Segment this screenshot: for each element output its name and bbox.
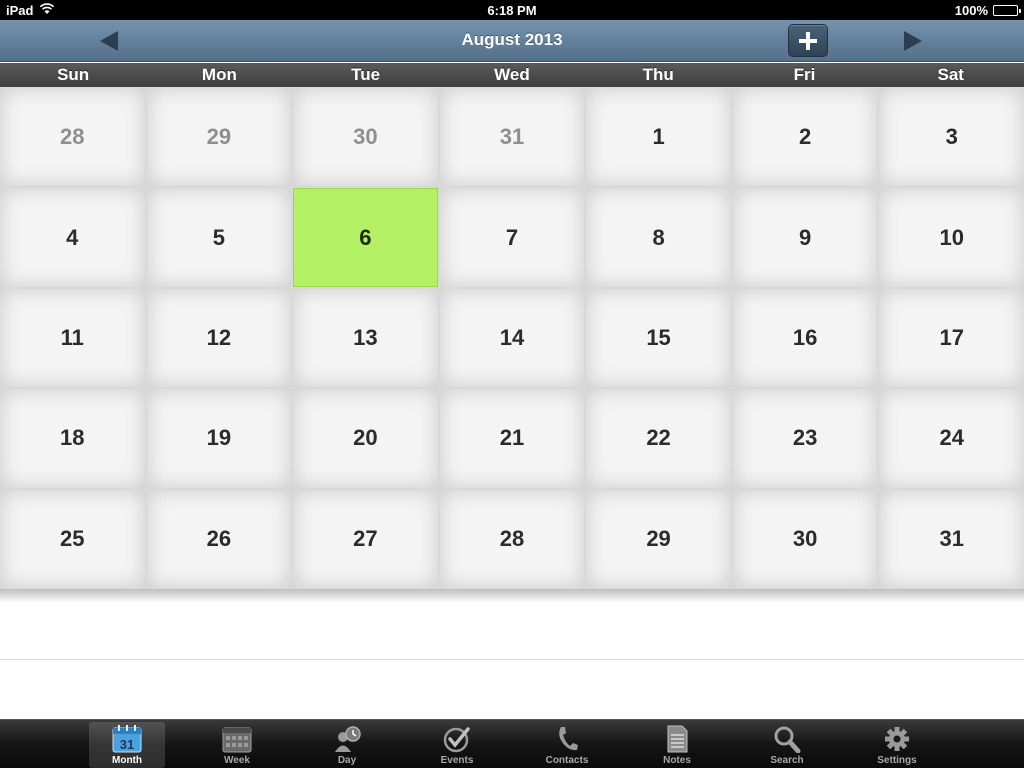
day-cell[interactable]: 9 <box>732 188 878 287</box>
day-cell[interactable]: 13 <box>293 288 438 388</box>
calendar-icon: 31 <box>112 725 142 753</box>
search-icon <box>774 726 801 753</box>
tab-month[interactable]: 31 Month <box>89 722 165 768</box>
day-cell[interactable]: 29 <box>586 489 731 588</box>
tab-search[interactable]: Search <box>732 720 842 768</box>
day-cell-today[interactable]: 6 <box>293 188 438 287</box>
day-cell[interactable]: 8 <box>586 188 731 287</box>
battery-icon <box>993 4 1021 16</box>
tab-label: Week <box>224 755 250 766</box>
tab-label: Notes <box>663 755 691 766</box>
weekday-sun: Sun <box>57 65 90 84</box>
tab-label: Month <box>112 755 142 766</box>
day-cell[interactable]: 20 <box>293 389 438 488</box>
day-cell[interactable]: 21 <box>439 389 585 488</box>
wifi-icon <box>39 2 55 18</box>
day-cell[interactable]: 31 <box>439 88 585 187</box>
day-cell[interactable]: 22 <box>586 389 731 488</box>
phone-icon <box>559 727 578 751</box>
tab-events[interactable]: Events <box>402 720 512 768</box>
weekday-mon: Mon <box>201 65 237 84</box>
day-cell[interactable]: 1 <box>586 88 731 187</box>
day-cell[interactable]: 17 <box>879 288 1024 388</box>
event-list-area[interactable] <box>0 603 1024 719</box>
day-cell[interactable]: 11 <box>0 288 145 388</box>
month-header: August 2013 <box>0 20 1024 62</box>
weekday-tue: Tue <box>351 65 381 84</box>
tab-label: Search <box>770 755 804 766</box>
calendar-grid: 28 29 30 31 1 2 3 4 5 6 7 8 9 10 11 12 1… <box>0 87 1024 589</box>
add-event-button[interactable] <box>788 24 828 57</box>
day-cell[interactable]: 30 <box>732 489 878 588</box>
day-cell[interactable]: 19 <box>146 389 292 488</box>
grid-shadow <box>0 589 1024 603</box>
day-cell[interactable]: 31 <box>879 489 1024 588</box>
day-cell[interactable]: 30 <box>293 88 438 187</box>
tab-settings[interactable]: Settings <box>842 720 952 768</box>
event-divider <box>0 659 1024 660</box>
day-cell[interactable]: 26 <box>146 489 292 588</box>
tab-day[interactable]: Day <box>292 720 402 768</box>
notes-icon <box>667 725 688 753</box>
status-left: iPad <box>6 3 55 18</box>
day-cell[interactable]: 25 <box>0 489 145 588</box>
weekday-sat: Sat <box>937 65 964 84</box>
weekday-header: Sun Mon Tue Wed Thu Fri Sat <box>0 63 1024 87</box>
gear-icon <box>885 727 909 751</box>
week-grid-icon <box>222 727 252 753</box>
day-cell[interactable]: 29 <box>146 88 292 187</box>
day-cell[interactable]: 4 <box>0 188 145 287</box>
day-cell[interactable]: 14 <box>439 288 585 388</box>
day-cell[interactable]: 27 <box>293 489 438 588</box>
tab-week[interactable]: Week <box>182 720 292 768</box>
day-cell[interactable]: 24 <box>879 389 1024 488</box>
weekday-fri: Fri <box>793 65 816 84</box>
day-cell[interactable]: 18 <box>0 389 145 488</box>
month-title: August 2013 <box>461 30 563 49</box>
day-cell[interactable]: 15 <box>586 288 731 388</box>
svg-text:31: 31 <box>120 737 134 752</box>
day-cell[interactable]: 28 <box>0 88 145 187</box>
day-cell[interactable]: 12 <box>146 288 292 388</box>
day-cell[interactable]: 3 <box>879 88 1024 187</box>
tab-bar: 31 Month Week Day Events Contacts Notes … <box>0 719 1024 768</box>
checkmark-icon <box>443 727 470 753</box>
status-time: 6:18 PM <box>487 2 537 18</box>
day-cell[interactable]: 5 <box>146 188 292 287</box>
tab-label: Events <box>440 755 474 766</box>
weekday-thu: Thu <box>642 65 674 84</box>
tab-contacts[interactable]: Contacts <box>512 720 622 768</box>
battery-percent: 100% <box>954 2 988 18</box>
tab-label: Contacts <box>545 755 589 766</box>
plus-icon <box>799 31 817 50</box>
day-cell[interactable]: 10 <box>879 188 1024 287</box>
tab-label: Day <box>337 755 357 766</box>
next-month-button[interactable] <box>902 30 924 52</box>
tab-notes[interactable]: Notes <box>622 720 732 768</box>
day-cell[interactable]: 2 <box>732 88 878 187</box>
day-cell[interactable]: 23 <box>732 389 878 488</box>
weekday-wed: Wed <box>494 65 530 84</box>
day-cell[interactable]: 28 <box>439 489 585 588</box>
tab-label: Settings <box>877 755 917 766</box>
day-cell[interactable]: 7 <box>439 188 585 287</box>
status-bar: iPad 6:18 PM 100% <box>0 0 1024 20</box>
right-arrow-icon <box>904 31 922 51</box>
device-name: iPad <box>6 2 34 18</box>
status-right: 100% <box>954 2 1021 18</box>
day-clock-icon <box>335 726 361 752</box>
day-cell[interactable]: 16 <box>732 288 878 388</box>
